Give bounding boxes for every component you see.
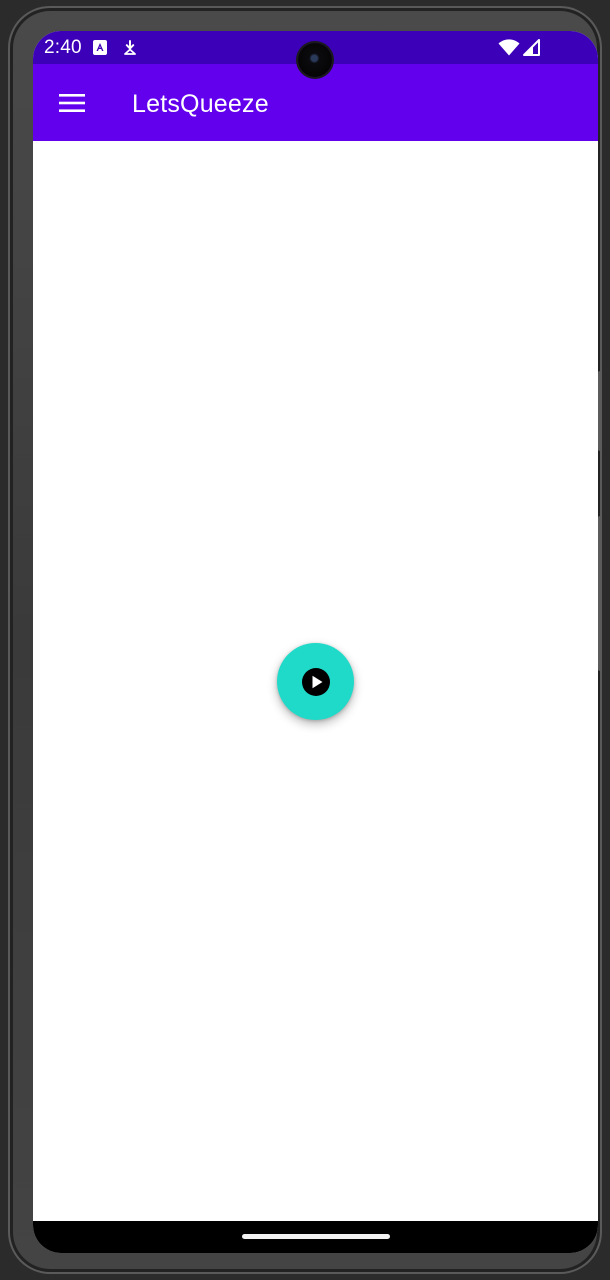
menu-button[interactable] [53, 84, 91, 122]
wifi-icon [498, 39, 520, 56]
status-time: 2:40 [44, 37, 82, 58]
cellular-signal-icon [523, 39, 540, 56]
home-gesture-handle[interactable] [242, 1234, 390, 1239]
volume-button [598, 516, 602, 671]
main-content [33, 141, 598, 1221]
system-navigation-bar [33, 1221, 598, 1253]
hamburger-menu-icon [59, 94, 85, 112]
app-title: LetsQueeze [132, 90, 269, 118]
front-camera [298, 43, 332, 77]
phone-frame: 2:40 LetsQueeze [8, 6, 602, 1274]
play-circle-icon [301, 667, 330, 696]
play-fab-button[interactable] [277, 643, 354, 720]
power-button [598, 371, 602, 451]
phone-screen: 2:40 LetsQueeze [33, 31, 598, 1253]
app-notification-icon [93, 40, 107, 55]
download-notification-icon [124, 40, 136, 55]
